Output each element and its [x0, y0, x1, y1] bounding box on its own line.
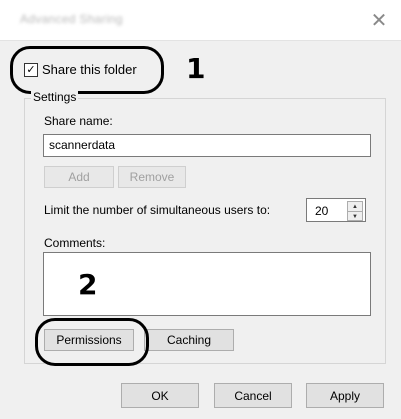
apply-button[interactable]: Apply — [306, 383, 384, 408]
add-button[interactable]: Add — [44, 166, 114, 188]
dialog-title: Advanced Sharing — [20, 12, 123, 26]
share-name-label: Share name: — [44, 114, 113, 128]
caching-button[interactable]: Caching — [144, 329, 234, 351]
callout-oval-1 — [10, 46, 164, 94]
spin-down-icon[interactable]: ▼ — [348, 212, 362, 221]
callout-number-2: 2 — [78, 268, 98, 301]
settings-group-label: Settings — [31, 90, 79, 104]
limit-users-value[interactable]: 20 — [315, 204, 328, 218]
limit-users-spinner[interactable]: 20 ▲ ▼ — [306, 198, 366, 222]
ok-button[interactable]: OK — [121, 383, 199, 408]
callout-number-1: 1 — [186, 52, 206, 85]
title-bar: Advanced Sharing ✕ — [0, 0, 401, 41]
limit-users-label: Limit the number of simultaneous users t… — [44, 203, 271, 217]
comments-label: Comments: — [44, 236, 106, 250]
close-icon[interactable]: ✕ — [357, 0, 401, 40]
remove-button[interactable]: Remove — [118, 166, 186, 188]
advanced-sharing-dialog: Advanced Sharing ✕ ✓ Share this folder 1… — [0, 0, 401, 419]
cancel-button[interactable]: Cancel — [214, 383, 292, 408]
share-name-input[interactable]: scannerdata — [43, 134, 371, 157]
callout-oval-2 — [35, 318, 149, 366]
spin-up-icon[interactable]: ▲ — [348, 202, 362, 212]
spinner-buttons[interactable]: ▲ ▼ — [347, 201, 363, 221]
